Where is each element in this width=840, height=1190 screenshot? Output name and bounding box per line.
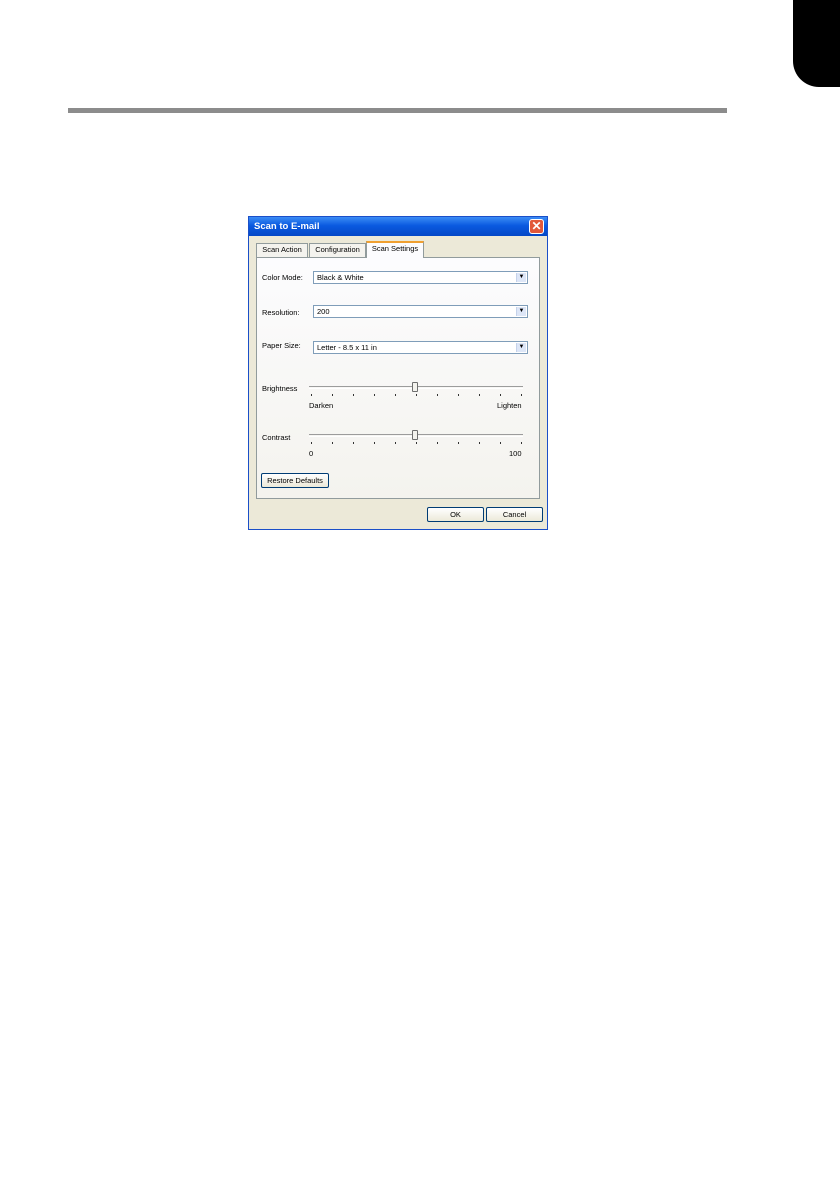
chevron-down-icon[interactable]: ▼ <box>516 273 526 282</box>
tab-configuration[interactable]: Configuration <box>309 243 366 257</box>
tab-scan-settings[interactable]: Scan Settings <box>366 241 424 258</box>
brightness-tick <box>395 394 396 396</box>
cancel-button[interactable]: Cancel <box>486 507 543 522</box>
header-rule <box>68 108 727 113</box>
contrast-max-label: 100 <box>509 449 522 458</box>
contrast-tick <box>311 442 312 444</box>
contrast-tick <box>437 442 438 444</box>
contrast-slider-thumb[interactable] <box>412 430 418 440</box>
contrast-ticks <box>311 442 523 444</box>
brightness-min-label: Darken <box>309 401 334 410</box>
contrast-tick <box>395 442 396 444</box>
paper-size-select[interactable]: Letter - 8.5 x 11 in ▼ <box>313 341 528 354</box>
brightness-tick <box>311 394 312 396</box>
brightness-tick <box>521 394 522 396</box>
paper-size-value: Letter - 8.5 x 11 in <box>317 343 377 352</box>
restore-defaults-button[interactable]: Restore Defaults <box>261 473 329 488</box>
color-mode-value: Black & White <box>317 273 364 282</box>
contrast-tick <box>353 442 354 444</box>
tab-scan-action[interactable]: Scan Action <box>256 243 308 257</box>
color-mode-select[interactable]: Black & White ▼ <box>313 271 528 284</box>
contrast-tick <box>374 442 375 444</box>
color-mode-label: Color Mode: <box>262 273 303 282</box>
brightness-ticks <box>311 394 523 396</box>
resolution-select[interactable]: 200 ▼ <box>313 305 528 318</box>
resolution-label: Resolution: <box>262 308 300 317</box>
contrast-tick <box>416 442 417 444</box>
brightness-tick <box>479 394 480 396</box>
resolution-value: 200 <box>317 307 330 316</box>
contrast-tick <box>332 442 333 444</box>
paper-size-label: Paper Size: <box>262 341 301 350</box>
chevron-down-icon[interactable]: ▼ <box>516 343 526 352</box>
brightness-tick <box>353 394 354 396</box>
brightness-slider-thumb[interactable] <box>412 382 418 392</box>
title-bar: Scan to E-mail ✕ <box>249 217 547 236</box>
contrast-label: Contrast <box>262 433 291 442</box>
contrast-tick <box>500 442 501 444</box>
contrast-tick <box>521 442 522 444</box>
dialog-title: Scan to E-mail <box>254 221 320 232</box>
scan-to-email-dialog: Scan to E-mail ✕ Scan Action Configurati… <box>248 216 548 530</box>
brightness-tick <box>374 394 375 396</box>
contrast-min-label: 0 <box>309 449 314 458</box>
chevron-down-icon[interactable]: ▼ <box>516 307 526 316</box>
contrast-tick <box>458 442 459 444</box>
brightness-tick <box>332 394 333 396</box>
brightness-tick <box>416 394 417 396</box>
brightness-tick <box>458 394 459 396</box>
page-thumb-tab <box>793 0 840 87</box>
ok-button[interactable]: OK <box>427 507 484 522</box>
brightness-tick <box>500 394 501 396</box>
scan-settings-panel: Color Mode: Black & White ▼ Resolution: … <box>256 257 540 499</box>
brightness-label: Brightness <box>262 384 298 393</box>
close-icon[interactable]: ✕ <box>529 219 544 234</box>
contrast-tick <box>479 442 480 444</box>
brightness-tick <box>437 394 438 396</box>
brightness-max-label: Lighten <box>497 401 522 410</box>
